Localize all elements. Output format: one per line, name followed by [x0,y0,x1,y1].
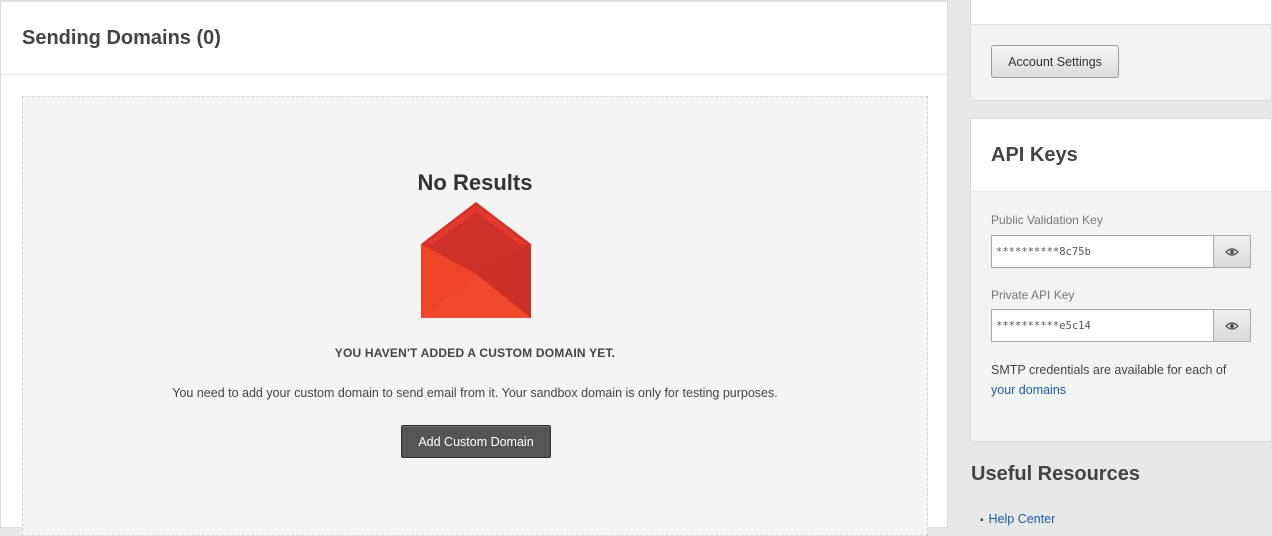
empty-state-title: No Results [417,170,533,195]
help-center-link[interactable]: Help Center [989,512,1056,526]
empty-state: No Results YOU HAVEN'T ADDED A CUSTOM DO… [22,96,928,536]
panel-header: Sending Domains (0) [1,2,947,75]
useful-resources-title: Useful Resources [971,463,1140,485]
smtp-note-text: SMTP credentials are available for each … [991,363,1227,377]
envelope-icon [421,202,531,318]
private-key-group [991,309,1251,342]
show-private-key-button[interactable] [1213,309,1251,342]
resources-list: Help Center [980,512,1056,526]
api-keys-card: API Keys Public Validation Key Private A… [970,118,1272,442]
api-keys-title: API Keys [991,143,1078,166]
public-key-field[interactable] [991,235,1213,268]
api-keys-header: API Keys [971,119,1271,192]
eye-icon [1225,321,1239,330]
add-custom-domain-button[interactable]: Add Custom Domain [401,425,551,458]
sending-domains-panel: Sending Domains (0) No Results YOU HAVEN… [0,0,948,536]
private-key-field[interactable] [991,309,1213,342]
private-key-label: Private API Key [991,288,1075,302]
your-domains-link[interactable]: your domains [991,383,1066,397]
account-settings-button[interactable]: Account Settings [991,45,1119,78]
list-item: Help Center [980,512,1056,526]
account-card: Account Settings [970,0,1272,101]
public-key-group [991,235,1251,268]
page-title: Sending Domains (0) [22,26,221,49]
smtp-note: SMTP credentials are available for each … [991,360,1253,400]
eye-icon [1225,247,1239,256]
show-public-key-button[interactable] [1213,235,1251,268]
public-key-label: Public Validation Key [991,213,1103,227]
empty-state-heading: YOU HAVEN'T ADDED A CUSTOM DOMAIN YET. [334,346,616,360]
empty-state-description: You need to add your custom domain to se… [172,386,778,400]
account-card-strip [971,0,1271,25]
